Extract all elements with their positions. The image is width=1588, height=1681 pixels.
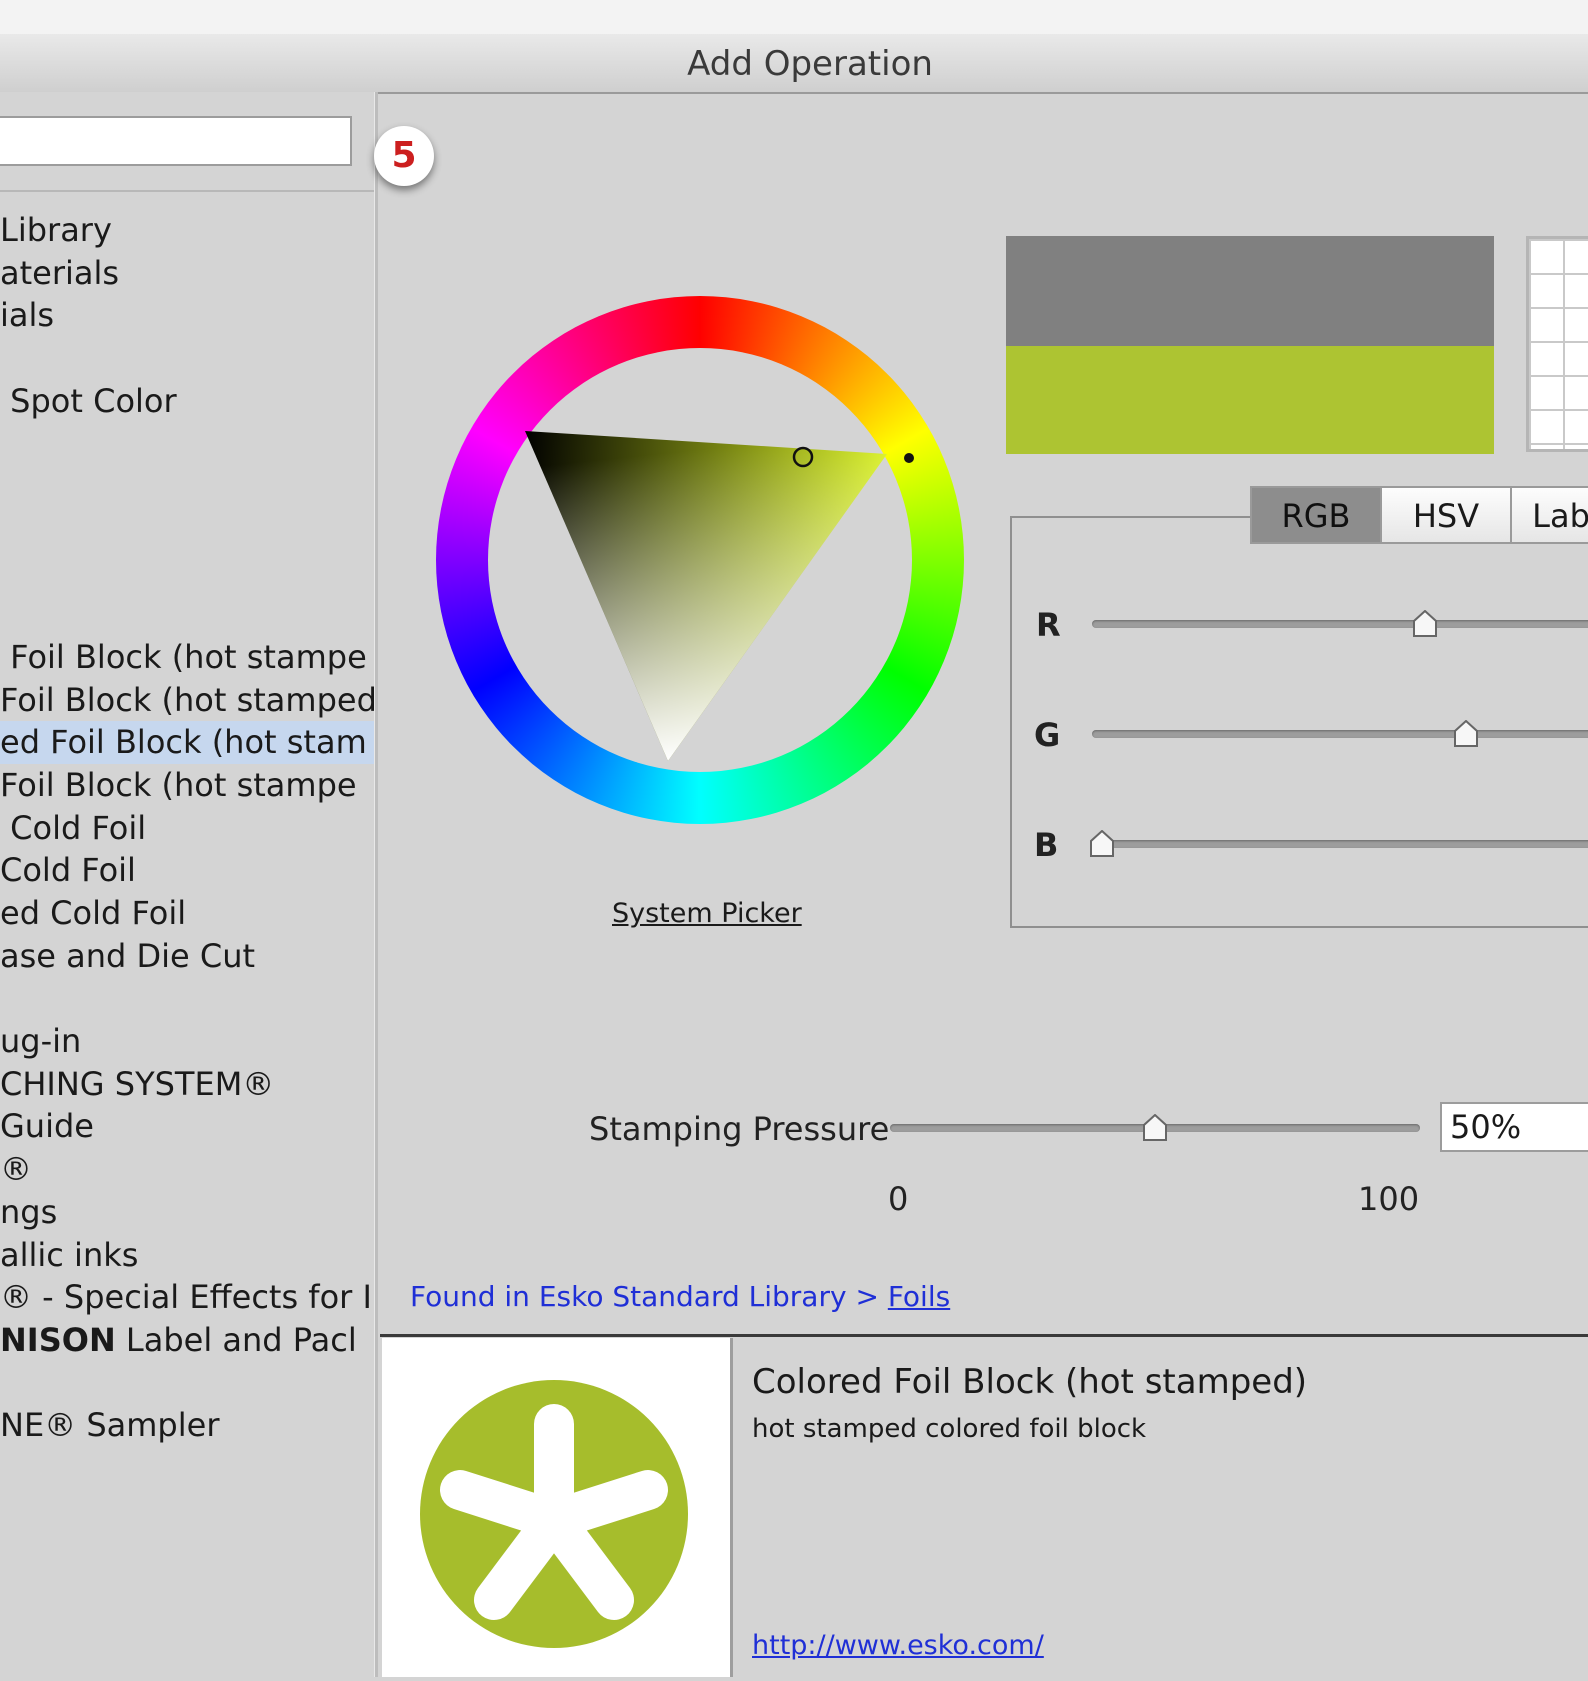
tree-item-brand: NISON bbox=[0, 1320, 116, 1359]
r-slider-thumb[interactable] bbox=[1412, 610, 1438, 638]
tree-item-label: ® - Special Effects for I bbox=[0, 1278, 372, 1317]
hue-cursor bbox=[904, 453, 914, 463]
tree-item[interactable]: Library bbox=[0, 209, 374, 252]
tree-item[interactable]: ed Cold Foil bbox=[0, 892, 374, 935]
b-slider-label: B bbox=[1034, 826, 1059, 864]
tree-item-label: Foil Block (hot stamped bbox=[0, 680, 374, 719]
pressure-slider-thumb[interactable] bbox=[1142, 1114, 1168, 1142]
b-slider-thumb[interactable] bbox=[1089, 830, 1115, 858]
found-in-path: Found in Esko Standard Library > Foils bbox=[410, 1280, 950, 1313]
tree-item-label: Label and Pacl bbox=[115, 1320, 357, 1359]
info-divider bbox=[730, 1338, 733, 1677]
tree-item-label: ials bbox=[0, 296, 55, 335]
r-slider-label: R bbox=[1036, 606, 1061, 644]
pressure-min-tick: 0 bbox=[888, 1180, 909, 1218]
tree-item[interactable] bbox=[0, 593, 374, 636]
pressure-value-input[interactable] bbox=[1440, 1102, 1588, 1152]
g-slider-label: G bbox=[1034, 716, 1061, 754]
stamping-pressure-label: Stamping Pressure bbox=[589, 1110, 890, 1148]
tree-item[interactable]: ials bbox=[0, 294, 374, 337]
tree-item[interactable] bbox=[0, 508, 374, 551]
swatch-grid-icon[interactable] bbox=[1526, 236, 1588, 452]
tree-item-label: ase and Die Cut bbox=[0, 936, 256, 975]
tree-item[interactable]: ase and Die Cut bbox=[0, 935, 374, 978]
tree-item-label: ® bbox=[0, 1150, 32, 1189]
tab-hsv[interactable]: HSV bbox=[1382, 486, 1512, 544]
tree-item[interactable]: aterials bbox=[0, 252, 374, 295]
tab-rgb[interactable]: RGB bbox=[1250, 486, 1382, 544]
tree-item-label: ed Foil Block (hot stam bbox=[0, 723, 367, 762]
tree-item-label: Cold Foil bbox=[0, 851, 136, 890]
esko-logo-box bbox=[382, 1338, 730, 1677]
b-slider-track[interactable] bbox=[1092, 840, 1588, 848]
saturation-value-triangle[interactable] bbox=[436, 296, 964, 824]
tree-item[interactable]: Foil Block (hot stampe bbox=[0, 764, 374, 807]
tree-item-label: Cold Foil bbox=[0, 808, 147, 847]
split-divider[interactable] bbox=[374, 92, 378, 1677]
tree-item-label: Library bbox=[0, 211, 112, 249]
window-title: Add Operation bbox=[687, 44, 933, 84]
tree-item[interactable] bbox=[0, 337, 374, 380]
tree-item-label: ug-in bbox=[0, 1022, 82, 1061]
system-picker-link[interactable]: System Picker bbox=[612, 898, 802, 929]
tree-item[interactable]: Guide bbox=[0, 1105, 374, 1148]
tree-item-label: ngs bbox=[0, 1192, 58, 1231]
tree-item[interactable] bbox=[0, 1362, 374, 1405]
tree-item[interactable]: NISON Label and Pacl bbox=[0, 1319, 374, 1362]
tree-item[interactable] bbox=[0, 551, 374, 594]
tree-item[interactable]: Cold Foil bbox=[0, 849, 374, 892]
tree-item[interactable]: ® - Special Effects for I bbox=[0, 1276, 374, 1319]
g-slider-thumb[interactable] bbox=[1453, 720, 1479, 748]
foils-link[interactable]: Foils bbox=[888, 1280, 950, 1313]
tree-item[interactable]: CHING SYSTEM® bbox=[0, 1063, 374, 1106]
pressure-max-tick: 100 bbox=[1358, 1180, 1420, 1218]
r-slider-track[interactable] bbox=[1092, 620, 1588, 628]
tree-item[interactable] bbox=[0, 422, 374, 465]
color-sliders-group bbox=[1010, 516, 1588, 928]
tree-item-label: Spot Color bbox=[0, 381, 177, 420]
tree-item-label: Foil Block (hot stampe bbox=[0, 637, 367, 676]
vendor-url-link[interactable]: http://www.esko.com/ bbox=[752, 1630, 1044, 1661]
tree-item-label: Foil Block (hot stampe bbox=[0, 765, 357, 804]
tree-item-label: CHING SYSTEM® bbox=[0, 1064, 275, 1103]
tree-item-label: allic inks bbox=[0, 1235, 139, 1274]
tree-item-label: ed Cold Foil bbox=[0, 894, 187, 932]
tree-item[interactable] bbox=[0, 465, 374, 508]
found-in-prefix: Found in Esko Standard Library > bbox=[410, 1280, 888, 1313]
tree-item[interactable]: allic inks bbox=[0, 1234, 374, 1277]
g-slider-track[interactable] bbox=[1092, 730, 1588, 738]
color-mode-tabs: RGB HSV Lab bbox=[1250, 486, 1588, 544]
tree-item[interactable]: Foil Block (hot stamped bbox=[0, 679, 374, 722]
annotation-badge: 5 bbox=[374, 126, 434, 186]
material-description: hot stamped colored foil block bbox=[752, 1414, 1147, 1444]
tree-item-label: NE® Sampler bbox=[0, 1406, 220, 1445]
current-color-swatch bbox=[1006, 346, 1494, 454]
tab-lab[interactable]: Lab bbox=[1512, 486, 1588, 544]
window-titlebar: Add Operation bbox=[0, 34, 1588, 94]
tree-item[interactable]: Foil Block (hot stampe bbox=[0, 636, 374, 679]
tree-item[interactable]: ug-in bbox=[0, 1020, 374, 1063]
tree-item[interactable]: ngs bbox=[0, 1191, 374, 1234]
color-wheel[interactable] bbox=[436, 296, 964, 824]
tree-item[interactable] bbox=[0, 977, 374, 1020]
library-tree: Library aterials ials Spot Color Foil Bloc… bbox=[0, 209, 374, 1447]
tree-item-label: aterials bbox=[0, 253, 120, 292]
screen-top-strip bbox=[0, 0, 1588, 34]
tree-item[interactable]: Cold Foil bbox=[0, 807, 374, 850]
tree-item[interactable]: ed Foil Block (hot stam bbox=[0, 721, 374, 764]
search-separator bbox=[0, 190, 374, 192]
search-input[interactable] bbox=[0, 116, 352, 166]
previous-color-swatch bbox=[1006, 236, 1494, 346]
tree-item[interactable]: Spot Color bbox=[0, 380, 374, 423]
tree-item[interactable]: NE® Sampler bbox=[0, 1404, 374, 1447]
info-separator bbox=[380, 1334, 1588, 1337]
tree-item[interactable]: ® bbox=[0, 1148, 374, 1191]
material-title: Colored Foil Block (hot stamped) bbox=[752, 1362, 1308, 1402]
tree-item-label: Guide bbox=[0, 1107, 94, 1146]
esko-logo-icon bbox=[420, 1380, 688, 1648]
